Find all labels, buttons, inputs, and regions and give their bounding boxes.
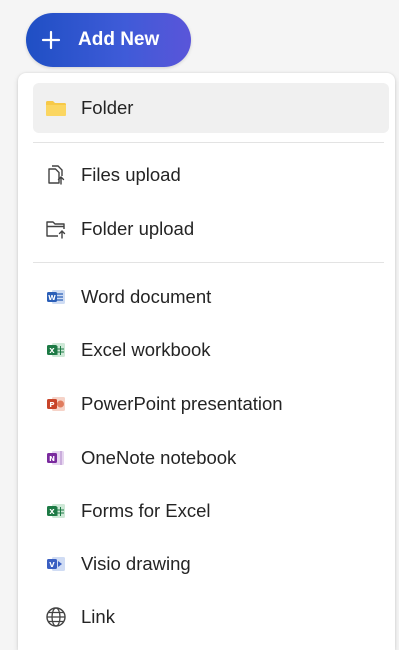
onenote-icon: N xyxy=(45,447,67,469)
menu-item-powerpoint-presentation[interactable]: P PowerPoint presentation xyxy=(33,379,389,429)
menu-item-link[interactable]: Link xyxy=(33,592,389,642)
menu-item-label: OneNote notebook xyxy=(81,447,237,468)
powerpoint-icon: P xyxy=(45,393,67,415)
menu-item-folder[interactable]: Folder xyxy=(33,83,389,133)
menu-item-label: Files upload xyxy=(81,164,181,185)
svg-text:X: X xyxy=(49,508,55,516)
add-new-button[interactable]: Add New xyxy=(26,13,191,67)
add-new-menu: Folder Files upload Folder upload W Word… xyxy=(18,73,395,650)
menu-item-folder-upload[interactable]: Folder upload xyxy=(33,204,389,254)
plus-icon xyxy=(41,30,61,50)
menu-item-label: Word document xyxy=(81,286,212,307)
menu-item-label: Folder xyxy=(81,97,134,118)
svg-text:V: V xyxy=(49,561,55,569)
menu-item-word-document[interactable]: W Word document xyxy=(33,272,389,322)
svg-text:W: W xyxy=(48,294,56,302)
menu-item-label: Excel workbook xyxy=(81,339,211,360)
menu-item-label: Link xyxy=(81,606,115,627)
svg-text:X: X xyxy=(49,347,55,355)
menu-item-visio-drawing[interactable]: V Visio drawing xyxy=(33,539,389,589)
visio-icon: V xyxy=(45,553,67,575)
menu-item-forms-for-excel[interactable]: X Forms for Excel xyxy=(33,486,389,536)
excel-icon: X xyxy=(45,339,67,361)
menu-item-label: Forms for Excel xyxy=(81,500,211,521)
menu-item-label: Folder upload xyxy=(81,218,195,239)
new-item-panel: Add New Folder Files upload Folder uploa… xyxy=(0,0,399,650)
menu-item-excel-workbook[interactable]: X Excel workbook xyxy=(33,325,389,375)
globe-icon xyxy=(45,606,67,628)
menu-divider xyxy=(33,262,384,263)
svg-text:P: P xyxy=(49,401,54,409)
menu-item-label: PowerPoint presentation xyxy=(81,393,283,414)
menu-item-onenote-notebook[interactable]: N OneNote notebook xyxy=(33,433,389,483)
menu-item-files-upload[interactable]: Files upload xyxy=(33,150,389,200)
menu-item-label: Visio drawing xyxy=(81,553,191,574)
menu-divider xyxy=(33,142,384,143)
files-upload-icon xyxy=(45,164,67,186)
svg-text:N: N xyxy=(49,455,55,463)
forms-excel-icon: X xyxy=(45,500,67,522)
folder-icon xyxy=(45,97,67,119)
word-icon: W xyxy=(45,286,67,308)
add-new-label: Add New xyxy=(78,29,160,50)
folder-upload-icon xyxy=(45,218,67,240)
